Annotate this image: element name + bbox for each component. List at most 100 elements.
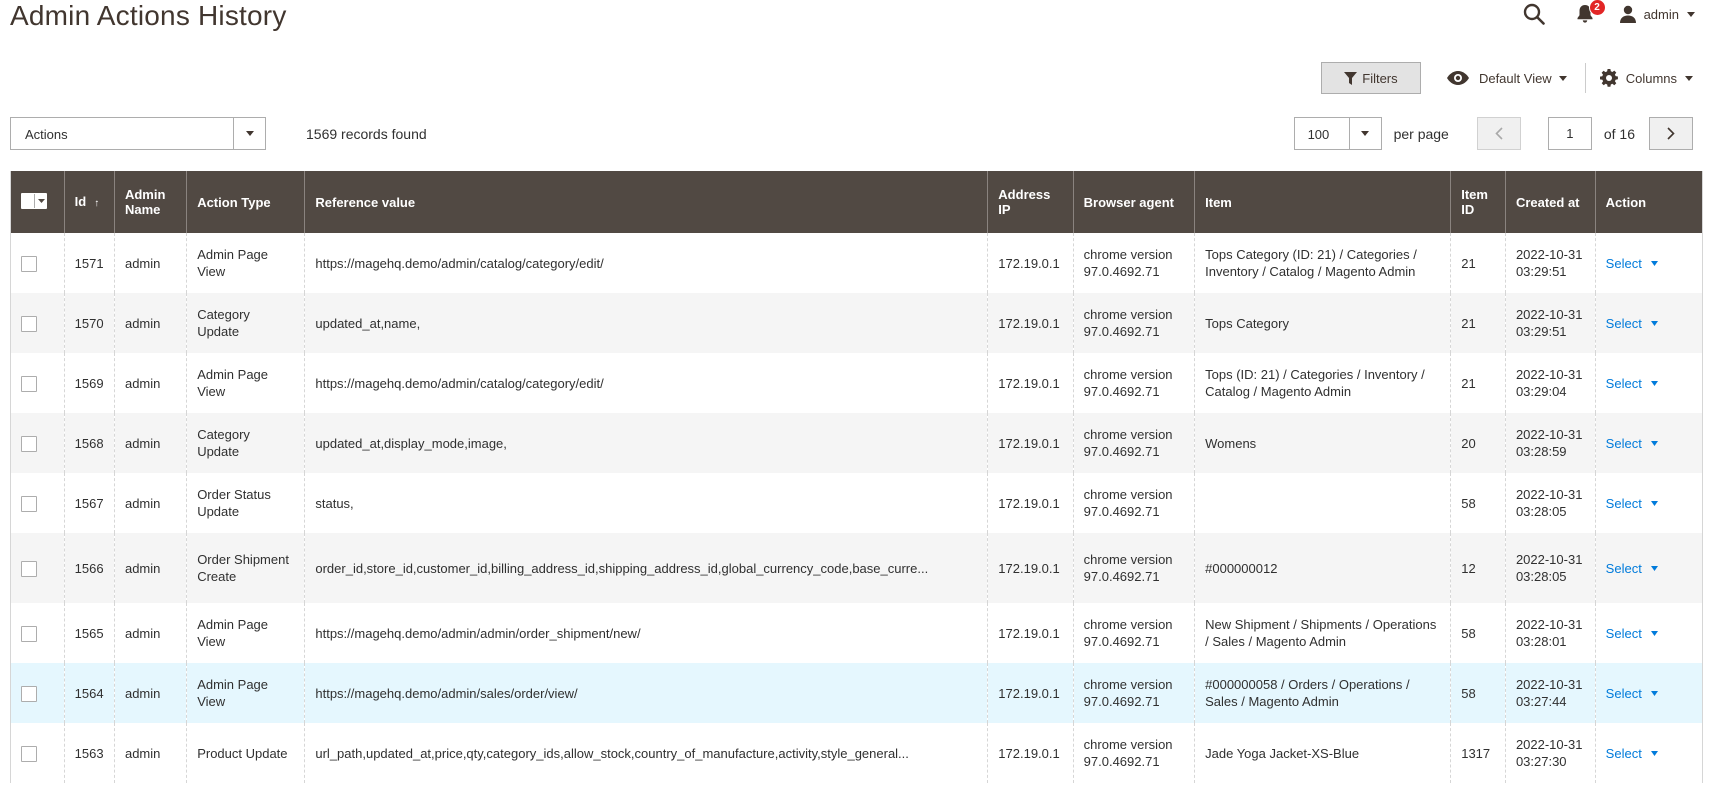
row-checkbox[interactable] [21, 255, 37, 272]
cell-action-type: Category Update [186, 293, 305, 353]
column-header-id[interactable]: Id ↑ [63, 171, 115, 233]
row-checkbox[interactable] [21, 435, 37, 452]
table-row[interactable]: 1570 admin Category Update updated_at,name,… [10, 293, 1703, 353]
row-action-select[interactable]: Select [1606, 315, 1658, 332]
row-action-select[interactable]: Select [1606, 625, 1658, 642]
columns-dropdown[interactable]: Columns [1599, 69, 1693, 87]
table-row[interactable]: 1571 admin Admin Page View https://magehq.d… [11, 233, 1703, 293]
table-row[interactable]: 1569 admin Admin Page View https://magehq.d… [11, 353, 1703, 413]
cell-action-type: Admin Page View [186, 233, 305, 293]
cell-address-ip: 172.19.0.1 [987, 233, 1074, 293]
cell-action: Select [1594, 353, 1703, 413]
row-action-select[interactable]: Select [1606, 745, 1658, 762]
cell-reference-value: https://magehq.demo/admin/admin/order_sh… [304, 603, 988, 663]
row-checkbox[interactable] [21, 745, 37, 762]
column-header-admin-name[interactable]: Admin Name [113, 171, 187, 233]
cell-item: Tops Category [1194, 293, 1451, 353]
cell-item-id: 58 [1450, 603, 1506, 663]
row-checkbox[interactable] [21, 375, 37, 392]
cell-item-id: 21 [1450, 293, 1506, 353]
cell-select [11, 473, 65, 533]
default-view-dropdown[interactable]: Default View [1446, 71, 1567, 86]
select-all-checkbox[interactable] [21, 193, 47, 209]
cell-item: Tops Category (ID: 21) / Categories / In… [1194, 233, 1451, 293]
mass-actions-select[interactable]: Actions [10, 117, 266, 150]
chevron-down-icon [1650, 565, 1658, 571]
cell-address-ip: 172.19.0.1 [987, 663, 1074, 723]
previous-page-button[interactable] [1476, 117, 1521, 150]
cell-browser-agent: chrome version 97.0.4692.71 [1072, 353, 1195, 413]
column-header-action-type[interactable]: Action Type [186, 171, 305, 233]
cell-browser-agent: chrome version 97.0.4692.71 [1072, 293, 1195, 353]
cell-created-at: 2022-10-31 03:27:30 [1504, 723, 1596, 783]
cell-reference-value: https://magehq.demo/admin/catalog/catego… [304, 233, 988, 293]
row-checkbox[interactable] [21, 625, 37, 642]
cell-admin-name: admin [113, 663, 187, 723]
row-checkbox[interactable] [21, 560, 37, 577]
column-header-address-ip[interactable]: Address IP [987, 171, 1074, 233]
cell-address-ip: 172.19.0.1 [987, 723, 1074, 783]
chevron-down-icon [1650, 750, 1658, 756]
table-row[interactable]: 1564 admin Admin Page View https://magehq.d… [10, 663, 1703, 723]
table-row[interactable]: 1567 admin Order Status Update status, 172.1… [11, 473, 1703, 533]
chevron-down-icon [1650, 320, 1658, 326]
row-checkbox[interactable] [21, 685, 37, 702]
column-header-created-at[interactable]: Created at [1504, 171, 1596, 233]
row-action-select[interactable]: Select [1606, 255, 1658, 272]
cell-admin-name: admin [113, 293, 187, 353]
cell-id: 1563 [63, 723, 115, 783]
cell-action: Select [1594, 723, 1703, 783]
cell-action: Select [1594, 603, 1703, 663]
cell-action-type: Product Update [186, 723, 305, 783]
cell-created-at: 2022-10-31 03:29:51 [1504, 293, 1596, 353]
table-row[interactable]: 1563 admin Product Update url_path,updated_… [11, 723, 1703, 783]
cell-id: 1569 [63, 353, 115, 413]
user-menu[interactable]: admin [1619, 5, 1695, 23]
column-header-item-id[interactable]: Item ID [1450, 171, 1506, 233]
next-page-button[interactable] [1649, 117, 1693, 150]
records-found: 1569 records found [306, 126, 427, 142]
filters-button[interactable]: Filters [1320, 62, 1421, 94]
current-page-input[interactable] [1547, 117, 1592, 150]
cell-item: New Shipment / Shipments / Operations / … [1194, 603, 1451, 663]
cell-address-ip: 172.19.0.1 [987, 473, 1074, 533]
cell-created-at: 2022-10-31 03:28:05 [1504, 533, 1596, 603]
column-header-label: Id [74, 193, 87, 209]
notifications-bell-icon[interactable]: 2 [1571, 0, 1606, 28]
gear-icon [1599, 69, 1618, 87]
chevron-down-icon [1650, 630, 1658, 636]
table-row[interactable]: 1568 admin Category Update updated_at,displ… [10, 413, 1703, 473]
chevron-down-icon [1650, 690, 1658, 696]
column-header-item[interactable]: Item [1194, 171, 1451, 233]
page-total: of 16 [1603, 125, 1635, 142]
column-header-browser-agent[interactable]: Browser agent [1072, 171, 1195, 233]
cell-item: Tops (ID: 21) / Categories / Inventory /… [1194, 353, 1451, 413]
table-header-row: Id ↑ Admin Name Action Type Reference val… [10, 171, 1703, 233]
cell-address-ip: 172.19.0.1 [987, 353, 1074, 413]
row-action-select[interactable]: Select [1606, 560, 1658, 577]
row-checkbox[interactable] [21, 315, 37, 332]
table-row[interactable]: 1566 admin Order Shipment Create order_id,s… [10, 533, 1703, 603]
row-action-select[interactable]: Select [1606, 495, 1658, 512]
search-icon[interactable] [1519, 0, 1549, 28]
per-page-select[interactable]: 100 [1293, 117, 1382, 150]
cell-id: 1564 [63, 663, 115, 723]
row-action-select[interactable]: Select [1606, 435, 1658, 452]
row-action-label: Select [1605, 435, 1642, 451]
cell-reference-value: https://magehq.demo/admin/sales/order/vi… [304, 663, 988, 723]
cell-item: #000000012 [1194, 533, 1451, 603]
cell-select [11, 603, 65, 663]
column-header-reference-value[interactable]: Reference value [304, 171, 988, 233]
chevron-down-icon [1650, 500, 1658, 506]
cell-browser-agent: chrome version 97.0.4692.71 [1072, 723, 1195, 783]
user-icon [1619, 5, 1636, 23]
cell-reference-value: updated_at,name, [304, 293, 988, 353]
page-title: Admin Actions History [10, 0, 287, 31]
filter-icon [1344, 71, 1358, 85]
row-action-label: Select [1605, 625, 1642, 641]
column-header-label: Reference value [315, 194, 416, 210]
row-action-select[interactable]: Select [1606, 685, 1658, 702]
row-checkbox[interactable] [21, 495, 37, 512]
table-row[interactable]: 1565 admin Admin Page View https://magehq.d… [11, 603, 1703, 663]
row-action-select[interactable]: Select [1606, 375, 1658, 392]
